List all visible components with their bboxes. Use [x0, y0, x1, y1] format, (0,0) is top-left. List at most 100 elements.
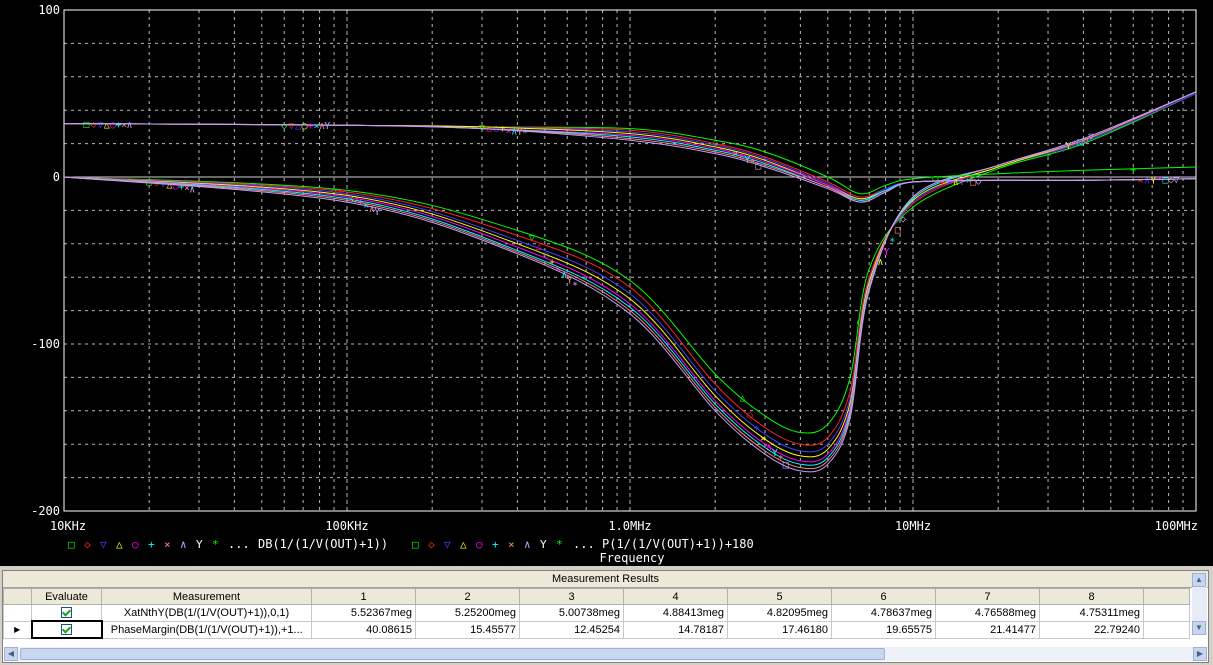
curves: □◇▽△○+◇▽△○+×▽△○+×∧△○+×∧Y○+×∧Y*+×∧Y*□×∧Y*…	[63, 91, 1197, 473]
scroll-down-icon[interactable]: ▼	[1192, 621, 1206, 635]
legend-marker: △	[460, 538, 467, 551]
row-selector[interactable]	[3, 604, 32, 622]
phase-series-marker: Y	[324, 121, 330, 132]
bode-plot[interactable]: □◇▽△○+◇▽△○+×▽△○+×∧△○+×∧Y○+×∧Y*+×∧Y*□×∧Y*…	[0, 0, 1213, 566]
phase-series-marker: ◇	[91, 120, 97, 131]
legend-marker: ×	[164, 538, 171, 551]
table-row[interactable]: ▶ PhaseMargin(DB(1/(1/V(OUT)+1)),+1... 4…	[3, 620, 1190, 639]
horizontal-scrollbar[interactable]: ◀ ▶	[4, 647, 1207, 661]
phase-series-marker: ○	[932, 173, 938, 184]
col-header-3[interactable]: 3	[519, 588, 624, 605]
col-header-4[interactable]: 4	[623, 588, 728, 605]
legend-marker: ∧	[180, 538, 187, 551]
gain-series-marker: Y	[374, 207, 380, 218]
gain-series-marker: *	[572, 281, 578, 292]
col-header-8[interactable]: 8	[1039, 588, 1144, 605]
phase-series-marker: +	[1130, 165, 1136, 176]
legend-marker: □	[412, 538, 419, 551]
legend-gain-label: DB(1/(1/V(OUT)+1))	[258, 537, 388, 551]
y-tick-label: 0	[53, 170, 60, 184]
x-tick-label: 1.0MHz	[608, 519, 651, 533]
gain-series-marker: □	[895, 225, 901, 236]
legend-marker: ○	[132, 538, 139, 551]
phase-series-marker: ◇	[975, 177, 981, 188]
phase-series-marker: ▽	[97, 120, 103, 131]
measurement-cell[interactable]: XatNthY(DB(1/(1/V(OUT)+1)),0,1)	[101, 604, 312, 622]
legend-marker: +	[492, 538, 499, 551]
col-header-1[interactable]: 1	[311, 588, 416, 605]
col-header-7[interactable]: 7	[935, 588, 1040, 605]
phase-series-marker: ∧	[126, 120, 132, 131]
spare-cell	[1143, 604, 1190, 622]
legend-marker: ◇	[428, 538, 435, 551]
gain-series-marker: □	[783, 460, 789, 471]
gain-series-marker: *	[889, 237, 895, 248]
value-cell: 14.78187	[623, 620, 728, 639]
gain-series-marker: Y	[883, 247, 889, 258]
phase-series-marker: *	[522, 128, 528, 139]
measurement-header[interactable]: Measurement	[101, 588, 312, 605]
value-cell: 4.75311meg	[1039, 604, 1144, 622]
scroll-right-icon[interactable]: ▶	[1193, 647, 1207, 661]
legend-marker: +	[148, 538, 155, 551]
phase-series-marker: +	[940, 177, 946, 188]
x-tick-label: 100MHz	[1155, 519, 1198, 533]
header-row: Evaluate Measurement 1 2 3 4 5 6 7 8	[3, 588, 1190, 605]
value-cell: 19.65575	[831, 620, 936, 639]
legend-marker: ∧	[524, 538, 531, 551]
legend-ellipsis-2: ...	[573, 537, 595, 551]
phase-series-marker: ×	[946, 177, 952, 188]
value-cell: 4.88413meg	[623, 604, 728, 622]
evaluate-header[interactable]: Evaluate	[31, 588, 102, 605]
evaluate-checkbox[interactable]	[61, 624, 72, 636]
measurement-results-panel: Measurement Results Evaluate Measurement…	[2, 570, 1209, 663]
scroll-up-icon[interactable]: ▲	[1192, 573, 1206, 587]
plot-area: □ ◇ ▽ △ ○ + ◇ ▽ △ ○ + × ▽ △ ○ + × ∧ △ ○ + × ∧ Y ○ + × ∧ Y * + × ∧ Y * □ × ∧ Y *…	[0, 0, 1213, 566]
value-cell: 4.76588meg	[935, 604, 1040, 622]
value-cell: 40.08615	[311, 620, 416, 639]
value-cell: 4.82095meg	[727, 604, 832, 622]
x-tick-label: 10KHz	[50, 519, 86, 533]
evaluate-cell[interactable]	[30, 620, 103, 639]
y-tick-label: -200	[31, 504, 60, 518]
evaluate-cell[interactable]	[31, 604, 102, 622]
results-table: Evaluate Measurement 1 2 3 4 5 6 7 8 Xat…	[3, 588, 1190, 639]
measurement-cell[interactable]: PhaseMargin(DB(1/(1/V(OUT)+1)),+1...	[101, 620, 312, 639]
gain-series-marker: ▽	[529, 233, 535, 244]
phase-series-marker: ×	[1137, 175, 1143, 186]
col-header-6[interactable]: 6	[831, 588, 936, 605]
results-title: Measurement Results	[3, 571, 1208, 588]
gain-series-marker: ∧	[189, 184, 195, 195]
vertical-scrollbar[interactable]: ▲ ▼	[1192, 573, 1207, 635]
gain-series-marker: +	[754, 423, 760, 434]
gain-series-marker: △	[740, 393, 746, 404]
x-axis-label: Frequency	[599, 551, 664, 565]
evaluate-checkbox[interactable]	[61, 607, 72, 619]
scroll-left-icon[interactable]: ◀	[4, 647, 18, 661]
gain-series-marker: ◇	[900, 214, 906, 225]
phase-series-marker: □	[83, 120, 89, 131]
col-header-2[interactable]: 2	[415, 588, 520, 605]
value-cell: 5.25200meg	[415, 604, 520, 622]
row-selector-active[interactable]: ▶	[3, 620, 32, 639]
table-row[interactable]: XatNthY(DB(1/(1/V(OUT)+1)),0,1) 5.52367m…	[3, 604, 1190, 622]
legend-marker: ▽	[100, 538, 107, 551]
legend-ellipsis-1: ...	[228, 537, 250, 551]
legend-marker: △	[116, 538, 123, 551]
row-selector-header	[3, 588, 32, 605]
scroll-thumb[interactable]	[20, 648, 885, 660]
legend-marker: Y	[540, 538, 547, 551]
value-cell: 15.45577	[415, 620, 520, 639]
y-tick-label: -100	[31, 337, 60, 351]
gain-series-marker: ○	[747, 410, 753, 421]
value-cell: 17.46180	[727, 620, 832, 639]
phase-series-marker: △	[295, 121, 301, 132]
value-cell: 22.79240	[1039, 620, 1144, 639]
x-tick-label: 10MHz	[895, 519, 931, 533]
legend-marker: ×	[508, 538, 515, 551]
col-header-5[interactable]: 5	[727, 588, 832, 605]
phase-series-marker: ▽	[1173, 175, 1179, 186]
gain-series-marker: ▽	[1088, 131, 1094, 142]
tick-labels: 100 0 -100 -20010KHz 100KHz 1.0MHz 10MHz 100MHz	[31, 3, 1198, 533]
legend-marker: ○	[476, 538, 483, 551]
